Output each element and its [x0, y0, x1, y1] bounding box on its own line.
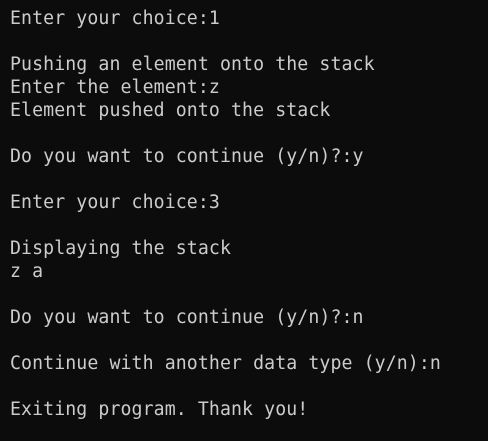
terminal-line-continue-prompt-y: Do you want to continue (y/n)?:y	[10, 146, 364, 167]
terminal-line-another-data-type-prompt: Continue with another data type (y/n):n	[10, 353, 441, 374]
terminal-line-pushing-message: Pushing an element onto the stack	[10, 54, 375, 75]
terminal-window[interactable]: Enter your choice:1 Pushing an element o…	[0, 0, 488, 441]
terminal-line-displaying-stack: Displaying the stack	[10, 238, 231, 259]
terminal-line-element-pushed: Element pushed onto the stack	[10, 100, 331, 121]
terminal-line-continue-prompt-n: Do you want to continue (y/n)?:n	[10, 307, 364, 328]
terminal-line-prompt-choice-3: Enter your choice:3	[10, 192, 220, 213]
terminal-line-enter-element: Enter the element:z	[10, 77, 220, 98]
terminal-line-stack-contents: z a	[10, 261, 44, 282]
terminal-line-exiting-message: Exiting program. Thank you!	[10, 399, 309, 420]
terminal-line-prompt-choice-1: Enter your choice:1	[10, 8, 220, 29]
